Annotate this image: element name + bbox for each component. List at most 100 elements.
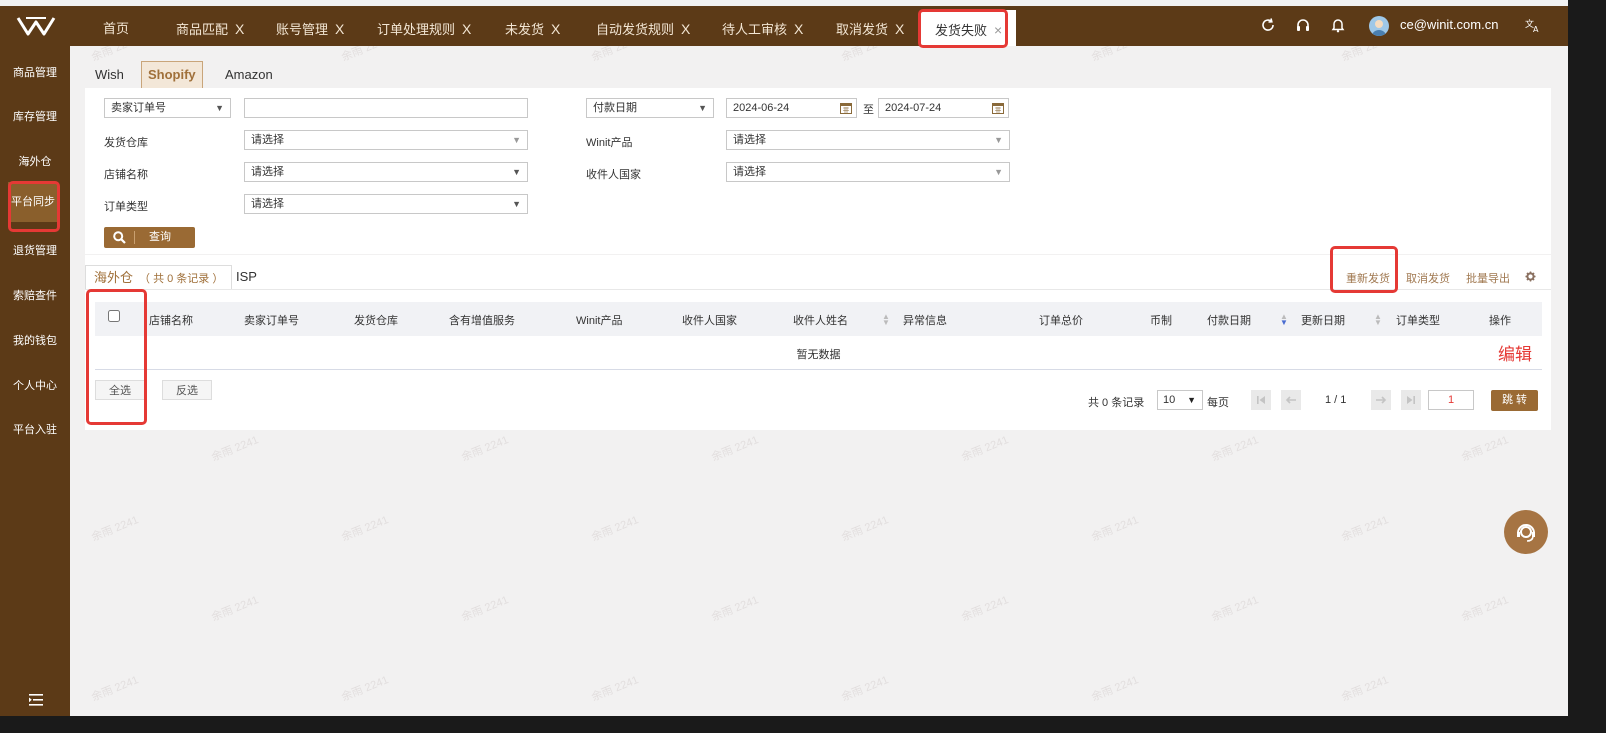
top-navigation-bar: 首页 商品匹配 X 账号管理 X 订单处理规则 X 未发货 X 自动发货规则 X 待人工审…: [0, 6, 1568, 46]
close-icon[interactable]: X: [681, 21, 690, 37]
watermark-text: 余雨 2241: [1459, 594, 1511, 624]
close-icon[interactable]: X: [235, 21, 244, 37]
sidebar-item-platform-sync[interactable]: 平台同步: [8, 182, 58, 222]
column-header[interactable]: 收件人姓名: [793, 312, 848, 328]
store-name-select[interactable]: 请选择 ▼: [244, 162, 528, 182]
tab-account-management[interactable]: 账号管理 X: [276, 6, 344, 46]
tab-auto-ship-rules[interactable]: 自动发货规则 X: [596, 6, 690, 46]
close-icon[interactable]: ×: [994, 22, 1002, 38]
headset-icon[interactable]: [1295, 17, 1311, 33]
bell-icon[interactable]: [1330, 17, 1346, 33]
sidebar-item-platform-onboarding[interactable]: 平台入驻: [0, 421, 70, 437]
resend-button[interactable]: 重新发货: [1346, 270, 1390, 286]
close-icon[interactable]: X: [895, 21, 904, 37]
sidebar-item-overseas-warehouse[interactable]: 海外仓: [0, 153, 70, 169]
tab-isp[interactable]: ISP: [236, 265, 257, 289]
watermark-text: 余雨 2241: [1459, 434, 1511, 464]
sidebar-item-products[interactable]: 商品管理: [0, 64, 70, 80]
search-icon: [113, 231, 126, 244]
user-email[interactable]: ce@winit.com.cn: [1400, 17, 1498, 32]
invert-selection-button[interactable]: 反选: [162, 380, 212, 400]
customer-service-icon: [1517, 524, 1535, 542]
gear-icon[interactable]: [1525, 271, 1536, 282]
tab-manual-review[interactable]: 待人工审核 X: [722, 6, 803, 46]
watermark-text: 余雨 2241: [339, 674, 391, 704]
tab-product-matching[interactable]: 商品匹配 X: [176, 6, 244, 46]
warehouse-select[interactable]: 请选择 ▼: [244, 130, 528, 150]
batch-export-button[interactable]: 批量导出: [1466, 270, 1510, 286]
menu-collapse-icon[interactable]: [29, 694, 43, 706]
watermark-text: 余雨 2241: [709, 434, 761, 464]
tab-shopify[interactable]: Shopify: [141, 61, 203, 89]
previous-page-button[interactable]: [1281, 390, 1301, 410]
last-page-button[interactable]: [1401, 390, 1421, 410]
refresh-icon[interactable]: [1260, 17, 1276, 33]
translate-icon[interactable]: 文A: [1525, 17, 1541, 33]
date-type-select[interactable]: 付款日期 ▼: [586, 98, 714, 118]
order-type-select[interactable]: 请选择 ▼: [244, 194, 528, 214]
winit-product-select[interactable]: 请选择 ▼: [726, 130, 1010, 150]
page-number-input[interactable]: 1: [1428, 390, 1474, 410]
winit-product-label: Winit产品: [586, 137, 633, 149]
first-page-button[interactable]: [1251, 390, 1271, 410]
column-header: Winit产品: [576, 315, 623, 327]
sidebar: 商品管理 库存管理 海外仓 平台同步 退货管理 索赔查件 我的钱包 个人中心 平…: [0, 46, 70, 716]
close-icon[interactable]: X: [794, 21, 803, 37]
recipient-country-label: 收件人国家: [586, 169, 641, 181]
page-size-select[interactable]: 10 ▼: [1157, 390, 1203, 410]
sidebar-item-inventory[interactable]: 库存管理: [0, 108, 70, 124]
watermark-text: 余雨 2241: [1339, 514, 1391, 544]
close-icon[interactable]: X: [551, 21, 560, 37]
watermark-text: 余雨 2241: [1209, 434, 1261, 464]
select-all-button[interactable]: 全选: [95, 380, 145, 400]
sort-icon[interactable]: ▲ ▼: [882, 313, 890, 327]
next-page-button[interactable]: [1371, 390, 1391, 410]
tab-overseas-warehouse[interactable]: 海外仓（ 共 0 条记录 ）: [85, 265, 233, 290]
jump-button[interactable]: 跳 转: [1491, 390, 1538, 411]
order-number-input[interactable]: [244, 98, 528, 118]
sidebar-item-wallet[interactable]: 我的钱包: [0, 332, 70, 348]
sidebar-item-claims[interactable]: 索赔查件: [0, 287, 70, 303]
sidebar-item-profile[interactable]: 个人中心: [0, 377, 70, 393]
order-number-type-select[interactable]: 卖家订单号 ▼: [104, 98, 231, 118]
tab-order-rules[interactable]: 订单处理规则 X: [377, 6, 471, 46]
sort-icon[interactable]: ▲ ▼: [1374, 313, 1382, 327]
date-range-separator: 至: [863, 104, 874, 116]
watermark-text: 余雨 2241: [839, 514, 891, 544]
calendar-icon[interactable]: [992, 102, 1004, 114]
tab-cancel-shipment[interactable]: 取消发货 X: [836, 6, 904, 46]
filter-panel: 卖家订单号 ▼ 付款日期 ▼ 2024-06-24 至 2024-07-24 发货仓…: [85, 88, 1551, 254]
watermark-text: 余雨 2241: [959, 594, 1011, 624]
watermark-text: 余雨 2241: [1089, 674, 1141, 704]
help-fab[interactable]: [1504, 510, 1548, 554]
recipient-country-select[interactable]: 请选择 ▼: [726, 162, 1010, 182]
close-icon[interactable]: X: [335, 21, 344, 37]
watermark-text: 余雨 2241: [209, 434, 261, 464]
edit-annotation: 编辑: [1498, 345, 1532, 364]
watermark-text: 余雨 2241: [459, 594, 511, 624]
query-button[interactable]: 查询: [104, 227, 195, 248]
total-records: 共 0 条记录: [1088, 397, 1145, 409]
last-page-icon: [1407, 396, 1415, 404]
sidebar-item-returns[interactable]: 退货管理: [0, 242, 70, 258]
close-icon[interactable]: X: [462, 21, 471, 37]
tab-home[interactable]: 首页: [103, 6, 129, 46]
watermark-text: 余雨 2241: [209, 594, 261, 624]
column-header[interactable]: 付款日期: [1207, 312, 1251, 328]
column-header: 币制: [1150, 315, 1172, 327]
tab-shipment-failed[interactable]: 发货失败 ×: [921, 10, 1017, 46]
tab-amazon[interactable]: Amazon: [219, 61, 279, 89]
date-from-input[interactable]: 2024-06-24: [726, 98, 857, 118]
cancel-shipment-button[interactable]: 取消发货: [1406, 270, 1450, 286]
column-header: 店铺名称: [149, 315, 193, 327]
column-header[interactable]: 更新日期: [1301, 312, 1345, 328]
column-header: 订单类型: [1396, 315, 1440, 327]
select-all-checkbox[interactable]: [108, 310, 120, 322]
calendar-icon[interactable]: [840, 102, 852, 114]
tab-unshipped[interactable]: 未发货 X: [505, 6, 560, 46]
avatar[interactable]: [1369, 16, 1389, 36]
results-section: 海外仓（ 共 0 条记录 ） ISP 重新发货 取消发货 批量导出 店铺名称 卖…: [85, 255, 1551, 430]
tab-wish[interactable]: Wish: [89, 61, 130, 89]
date-to-input[interactable]: 2024-07-24: [878, 98, 1009, 118]
sort-icon[interactable]: ▲ ▼: [1280, 313, 1288, 327]
